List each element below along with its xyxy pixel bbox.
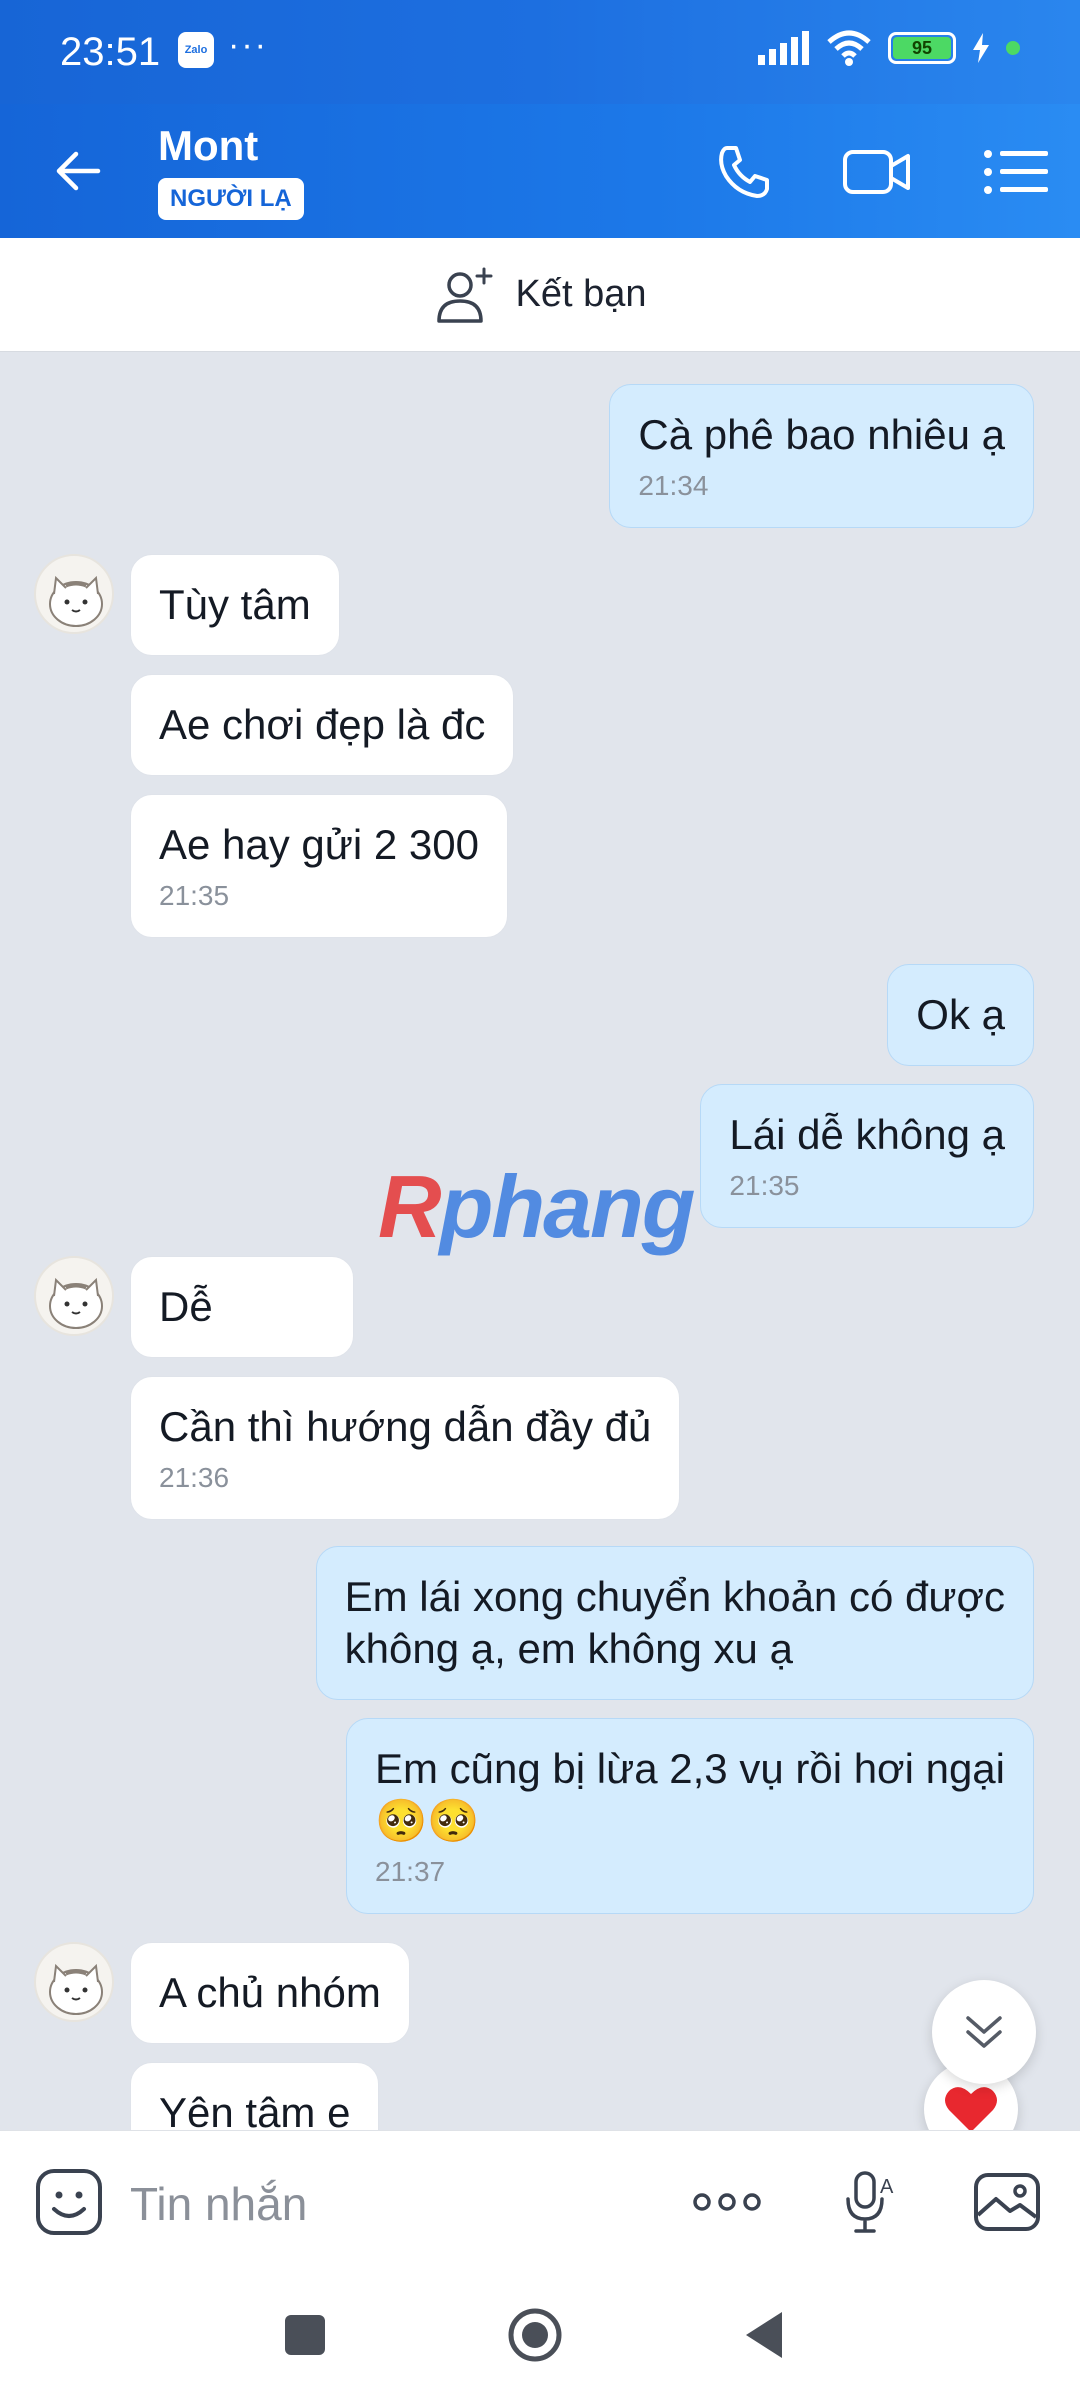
message-text: Yên tâm e	[159, 2089, 351, 2130]
double-chevron-down-icon	[966, 2016, 1002, 2048]
message-bubble[interactable]: Em cũng bị lừa 2,3 vụ rồi hơi ngại 🥺🥺 21…	[346, 1718, 1034, 1914]
message-text: A chủ nhóm	[159, 1969, 381, 2016]
message-text: Em cũng bị lừa 2,3 vụ rồi hơi ngại	[375, 1745, 1005, 1792]
watermark-logo: Rphang	[378, 1157, 696, 1256]
message-bubble[interactable]: Dễ	[130, 1256, 354, 1358]
privacy-indicator-dot	[1006, 41, 1020, 55]
back-arrow-icon[interactable]	[46, 138, 112, 204]
message-bubble[interactable]: Yên tâm e	[130, 2062, 380, 2130]
message-text: Lái dễ không ạ	[729, 1111, 1005, 1158]
image-gallery-icon[interactable]	[970, 2165, 1044, 2239]
voice-to-text-mic-icon[interactable]: A	[834, 2165, 908, 2239]
message-bubble[interactable]: Cần thì hướng dẫn đầy đủ 21:36	[130, 1376, 681, 1520]
status-bar: 23:51 Zalo ··· 95	[0, 0, 1080, 104]
message-bubble[interactable]: Tùy tâm	[130, 554, 340, 656]
system-navigation-bar	[0, 2270, 1080, 2400]
message-input[interactable]: Tin nhắn	[130, 2177, 307, 2231]
message-bubble[interactable]: Ok ạ	[887, 964, 1034, 1066]
message-bubble[interactable]: Lái dễ không ạ 21:35	[700, 1084, 1034, 1228]
phone-icon[interactable]	[710, 140, 780, 204]
message-text: Ae hay gửi 2 300	[159, 821, 480, 868]
status-time: 23:51	[60, 30, 161, 74]
message-bubble[interactable]: A chủ nhóm	[130, 1942, 410, 2044]
message-time: 21:35	[159, 880, 230, 911]
message-bubble[interactable]: Em lái xong chuyển khoản có được không ạ…	[315, 1546, 1034, 1700]
video-call-icon[interactable]	[842, 140, 912, 204]
menu-list-icon[interactable]	[982, 140, 1052, 204]
add-friend-bar[interactable]: Kết bạn	[0, 238, 1080, 352]
message-text: Tùy tâm	[159, 581, 311, 628]
zalo-notification-icon: Zalo	[178, 32, 214, 68]
add-friend-label: Kết bạn	[515, 273, 647, 315]
message-text: Cần thì hướng dẫn đầy đủ	[159, 1403, 652, 1450]
stranger-badge: NGƯỜI LẠ	[158, 178, 304, 220]
message-text: Dễ	[159, 1283, 213, 1330]
more-options-icon[interactable]	[690, 2165, 764, 2239]
sticker-emoji-icon[interactable]	[32, 2165, 106, 2239]
message-composer: Tin nhắn A	[0, 2130, 1080, 2270]
chat-header: Mont NGƯỜI LẠ	[0, 104, 1080, 238]
message-text: Ae chơi đẹp là đc	[159, 701, 486, 748]
message-text: Ok ạ	[916, 991, 1005, 1038]
avatar[interactable]	[34, 1256, 114, 1336]
message-text: Em lái xong chuyển khoản có được	[344, 1573, 1005, 1620]
back-nav-icon[interactable]	[730, 2300, 800, 2370]
more-notifications-icon: ···	[228, 26, 268, 64]
add-user-icon	[436, 267, 492, 323]
message-time: 21:36	[159, 1462, 230, 1493]
svg-text:A: A	[880, 2176, 894, 2198]
heart-icon	[945, 2087, 997, 2130]
message-text-line2: không ạ, em không xu ạ	[344, 1625, 793, 1672]
avatar[interactable]	[34, 1942, 114, 2022]
message-time: 21:34	[638, 470, 709, 501]
home-icon[interactable]	[500, 2300, 570, 2370]
charging-icon	[973, 33, 989, 63]
message-bubble[interactable]: Cà phê bao nhiêu ạ 21:34	[609, 384, 1034, 528]
message-bubble[interactable]: Ae hay gửi 2 300 21:35	[130, 794, 509, 938]
signal-icon	[758, 31, 809, 65]
scroll-to-bottom-button[interactable]	[932, 1980, 1036, 2084]
emoji-pleading: 🥺🥺	[375, 1797, 480, 1844]
chat-area[interactable]: Cà phê bao nhiêu ạ 21:34 Tùy tâm Ae chơi…	[0, 352, 1080, 2130]
recent-apps-icon[interactable]	[270, 2300, 340, 2370]
battery-icon: 95	[888, 32, 956, 64]
message-time: 21:37	[375, 1856, 446, 1887]
wifi-icon	[827, 30, 871, 66]
message-bubble[interactable]: Ae chơi đẹp là đc	[130, 674, 515, 776]
message-text: Cà phê bao nhiêu ạ	[638, 411, 1005, 458]
message-time: 21:35	[729, 1170, 800, 1201]
avatar[interactable]	[34, 554, 114, 634]
contact-name[interactable]: Mont	[158, 122, 258, 170]
